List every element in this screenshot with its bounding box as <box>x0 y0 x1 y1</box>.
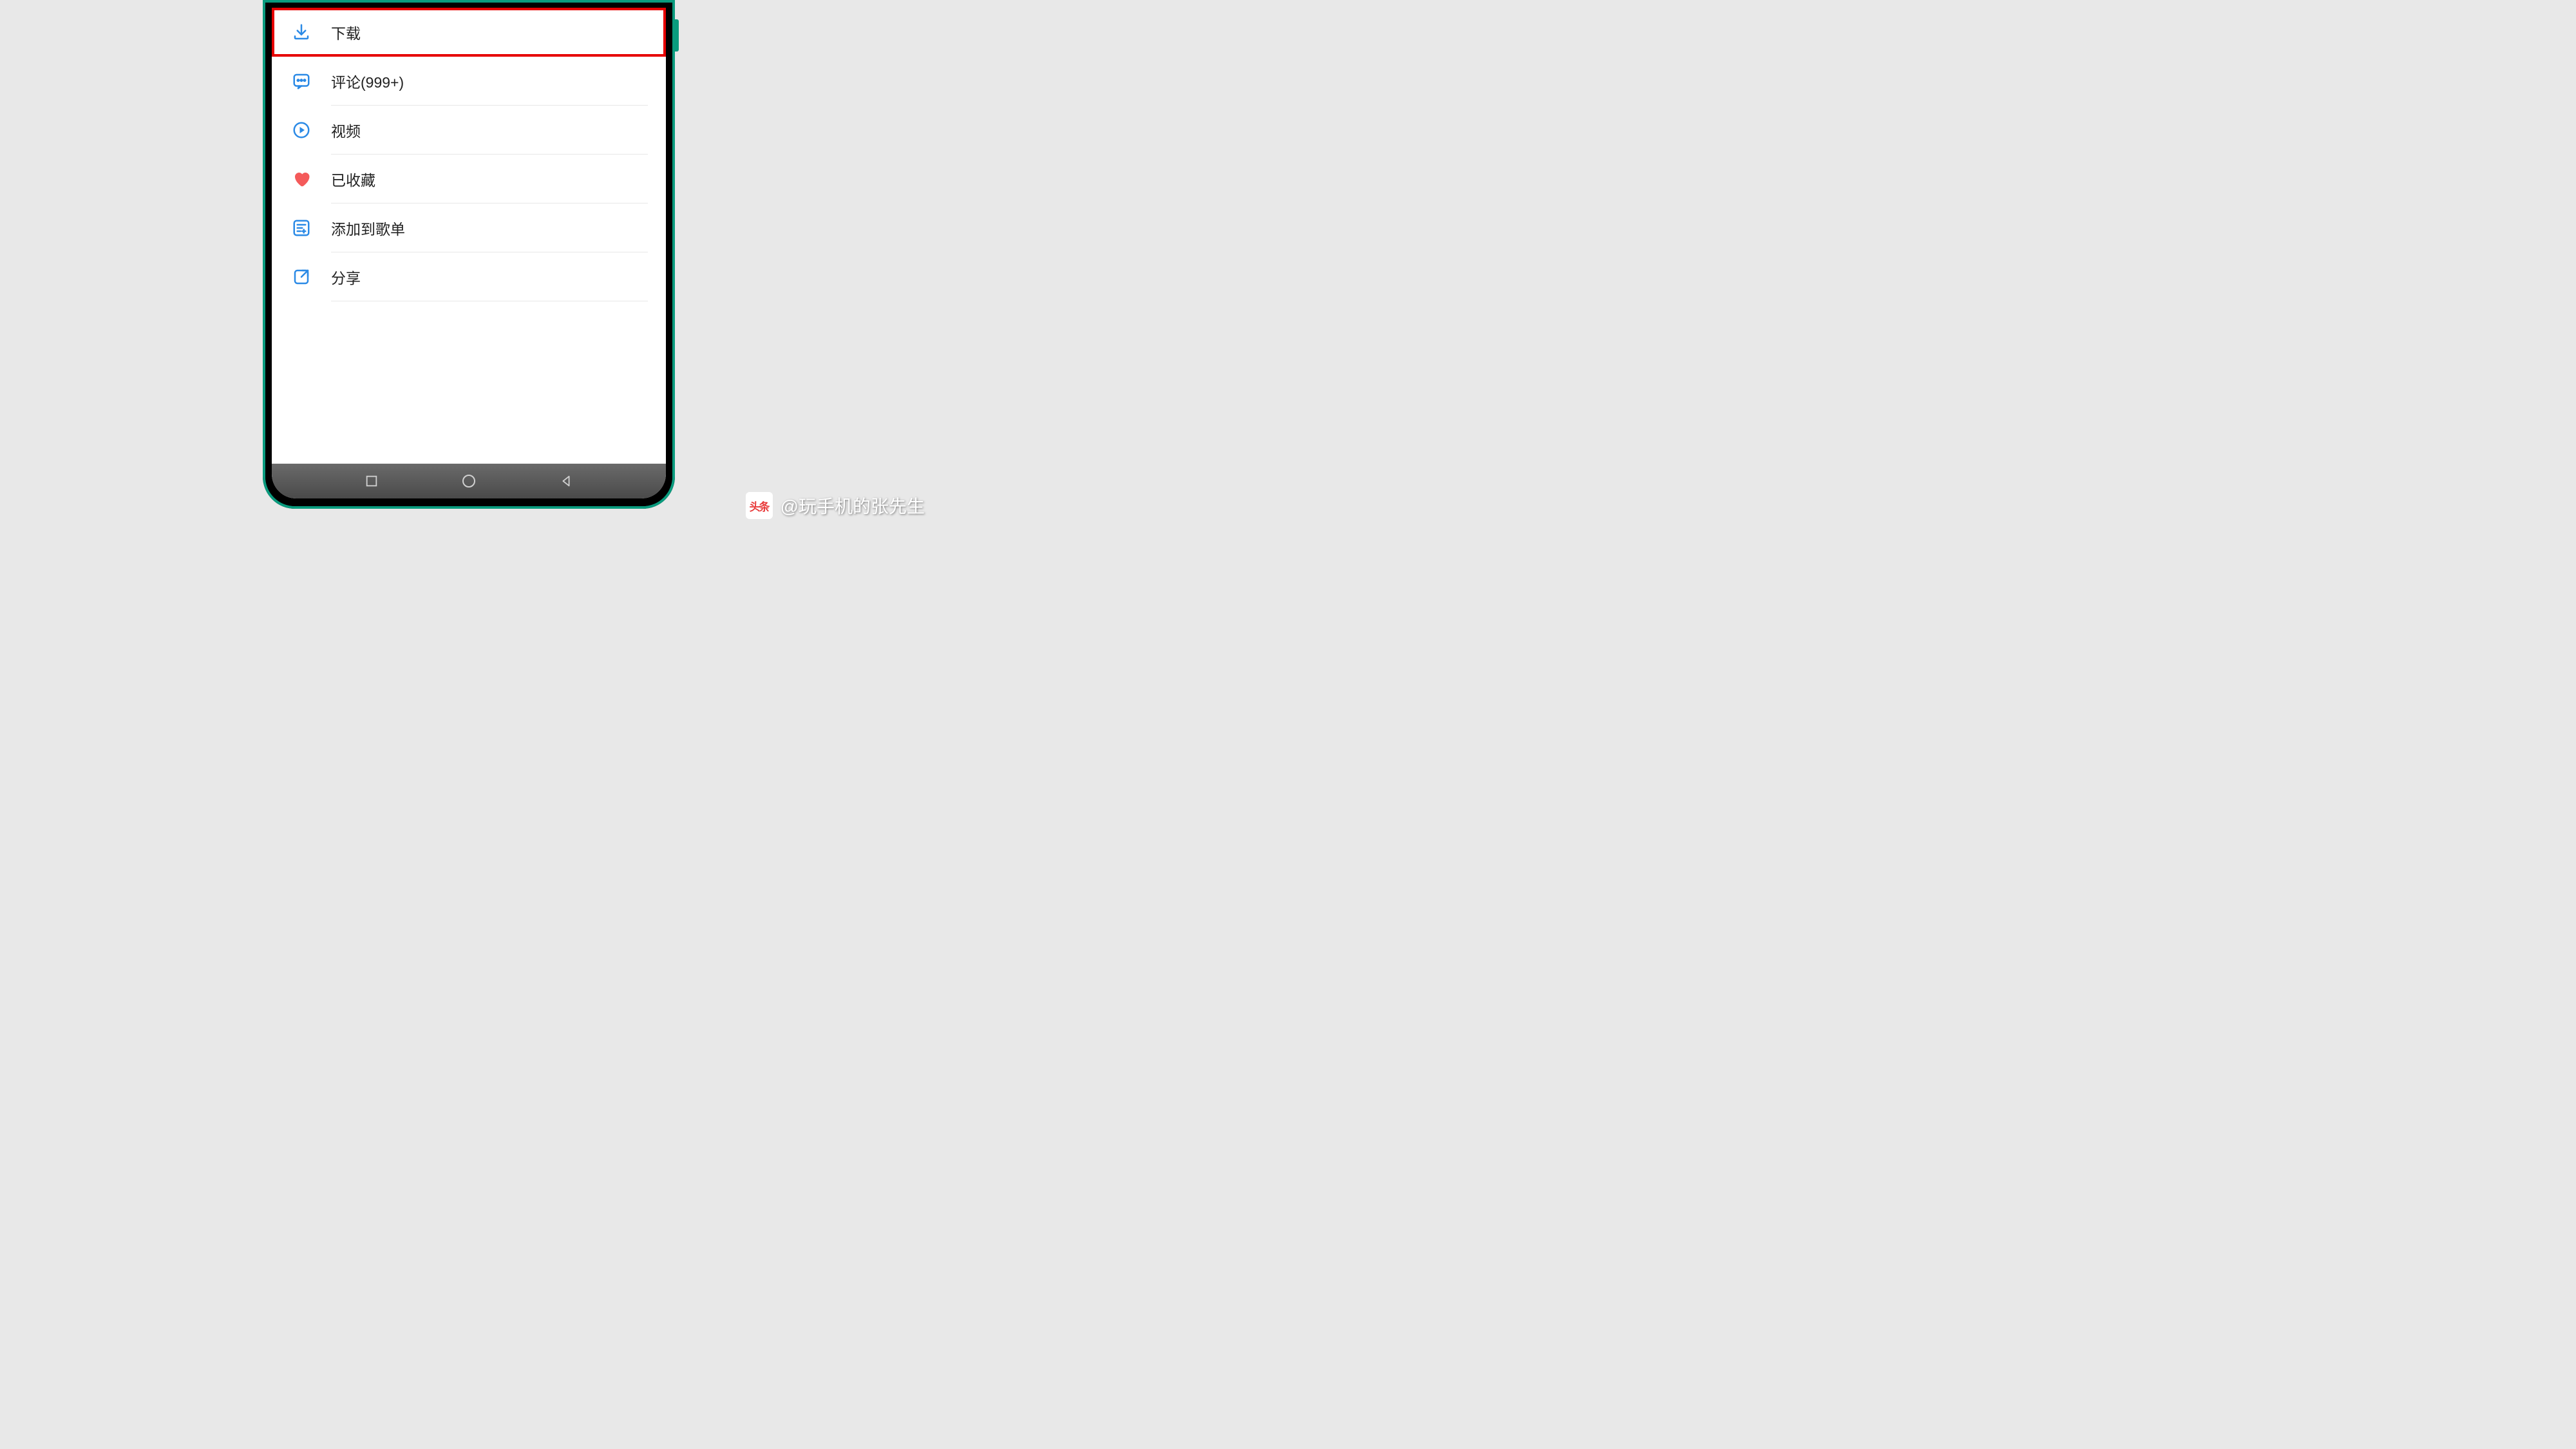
menu-label: 分享 <box>331 266 361 288</box>
menu-label: 评论(999+) <box>331 70 404 92</box>
menu-label: 视频 <box>331 119 361 141</box>
download-icon <box>290 21 313 44</box>
nav-home-button[interactable] <box>456 468 482 494</box>
watermark-text: @玩手机的张先生 <box>781 493 925 518</box>
watermark-logo: 头条 <box>746 492 773 519</box>
nav-back-button[interactable] <box>553 468 579 494</box>
android-nav-bar <box>272 464 666 498</box>
phone-mockup: 下载 <box>263 0 675 509</box>
comment-icon <box>290 70 313 93</box>
nav-recent-button[interactable] <box>359 468 384 494</box>
menu-item-favorited[interactable]: 已收藏 <box>272 155 666 204</box>
phone-side-button <box>675 19 679 52</box>
menu-item-add-to-playlist[interactable]: 添加到歌单 <box>272 204 666 252</box>
watermark: 头条 @玩手机的张先生 <box>746 492 925 519</box>
phone-screen: 下载 <box>272 8 666 498</box>
menu-item-video[interactable]: 视频 <box>272 106 666 155</box>
share-icon <box>290 265 313 289</box>
menu-label: 添加到歌单 <box>331 217 405 239</box>
menu-item-download[interactable]: 下载 <box>272 8 666 57</box>
menu-label: 下载 <box>331 21 361 43</box>
menu-item-comments[interactable]: 评论(999+) <box>272 57 666 106</box>
video-icon <box>290 118 313 142</box>
action-menu: 下载 <box>272 8 666 301</box>
playlist-add-icon <box>290 216 313 240</box>
menu-item-share[interactable]: 分享 <box>272 252 666 301</box>
heart-icon <box>290 167 313 191</box>
menu-label: 已收藏 <box>331 168 375 190</box>
